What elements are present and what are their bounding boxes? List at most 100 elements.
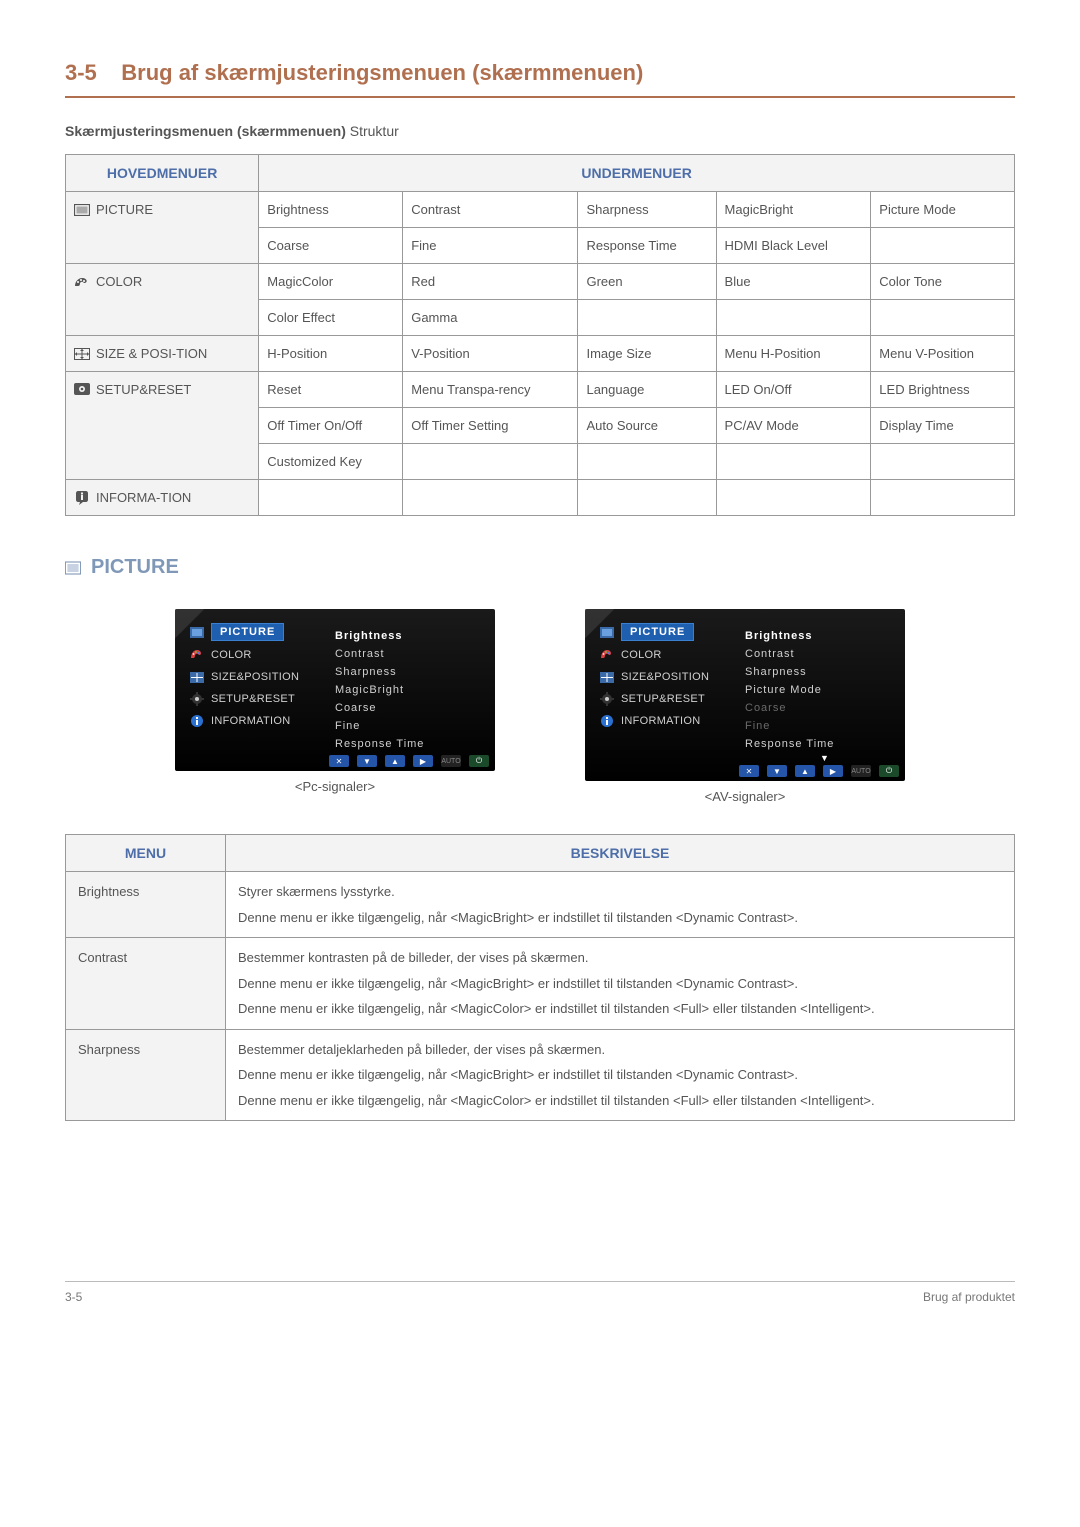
cell: Customized Key: [259, 444, 403, 480]
osd-item-info: INFORMATION: [599, 713, 735, 729]
cell: MagicBright: [716, 192, 871, 228]
desc-name: Brightness: [66, 872, 226, 938]
desc-line: Denne menu er ikke tilgængelig, når <Mag…: [238, 1091, 1002, 1111]
cell: [716, 444, 871, 480]
main-info: INFORMA-TION: [66, 480, 259, 516]
osd-right-item: Response Time: [335, 735, 495, 753]
osd-row: PICTURE COLOR SIZE&POSITION SETUP&RESET: [65, 609, 1015, 804]
osd-right-item: Brightness: [335, 627, 495, 645]
cell: [403, 444, 578, 480]
osd-right-item: Fine: [745, 717, 905, 735]
osd-label: SETUP&RESET: [621, 693, 705, 705]
picture-icon: [74, 203, 90, 217]
picture-icon: [65, 561, 81, 575]
osd-right-item: MagicBright: [335, 681, 495, 699]
main-info-label: INFORMA-TION: [96, 490, 191, 505]
osd-label: PICTURE: [211, 623, 284, 641]
osd-panel: PICTURE COLOR SIZE&POSITION SETUP&RESET: [585, 609, 905, 781]
osd-right-list-pc: Brightness Contrast Sharpness MagicBrigh…: [325, 623, 495, 753]
cell: [578, 480, 716, 516]
table-row: Sharpness Bestemmer detaljeklarheden på …: [66, 1029, 1015, 1121]
cell: [871, 444, 1015, 480]
osd-right-item: Coarse: [745, 699, 905, 717]
auto-label: AUTO: [441, 755, 461, 767]
osd-label: COLOR: [211, 649, 252, 661]
osd-right-item: Response Time: [745, 735, 905, 753]
table-row: Contrast Bestemmer kontrasten på de bill…: [66, 938, 1015, 1030]
cell: Image Size: [578, 336, 716, 372]
main-size-label: SIZE & POSI-TION: [96, 346, 207, 361]
size-icon: [599, 669, 615, 685]
osd-label: SIZE&POSITION: [211, 671, 299, 683]
cell: Off Timer On/Off: [259, 408, 403, 444]
section-title: 3-5 Brug af skærmjusteringsmenuen (skærm…: [65, 60, 1015, 98]
osd-item-picture: PICTURE: [189, 623, 325, 641]
osd-right-item: Fine: [335, 717, 495, 735]
osd-item-setup: SETUP&RESET: [189, 691, 325, 707]
picture-heading: PICTURE: [65, 556, 1015, 579]
osd-label: PICTURE: [621, 623, 694, 641]
power-icon: ⏻: [469, 755, 489, 767]
cell: [716, 300, 871, 336]
osd-label: SIZE&POSITION: [621, 671, 709, 683]
osd-label: INFORMATION: [621, 715, 700, 727]
cell: Blue: [716, 264, 871, 300]
osd-left-list: PICTURE COLOR SIZE&POSITION SETUP&RESET: [175, 623, 325, 753]
cell: Coarse: [259, 228, 403, 264]
main-size: SIZE & POSI-TION: [66, 336, 259, 372]
osd-item-info: INFORMATION: [189, 713, 325, 729]
cell: H-Position: [259, 336, 403, 372]
color-icon: [74, 275, 90, 289]
cell: MagicColor: [259, 264, 403, 300]
main-color: COLOR: [66, 264, 259, 336]
osd-right-item: Brightness: [745, 627, 905, 645]
page-footer: 3-5 Brug af produktet: [65, 1281, 1015, 1304]
color-icon: [599, 647, 615, 663]
subtitle-bold: Skærmjusteringsmenuen (skærmmenuen): [65, 123, 346, 139]
th-main: HOVEDMENUER: [66, 155, 259, 192]
desc-text: Bestemmer kontrasten på de billeder, der…: [226, 938, 1015, 1030]
osd-caption-av: <AV-signaler>: [585, 789, 905, 804]
cell: LED Brightness: [871, 372, 1015, 408]
cell: Menu V-Position: [871, 336, 1015, 372]
cell: Menu Transpa-rency: [403, 372, 578, 408]
osd-right-item: Picture Mode: [745, 681, 905, 699]
cell: Brightness: [259, 192, 403, 228]
section-number: 3-5: [65, 60, 97, 85]
cell: Color Effect: [259, 300, 403, 336]
main-setup: SETUP&RESET: [66, 372, 259, 480]
osd-label: INFORMATION: [211, 715, 290, 727]
cell: PC/AV Mode: [716, 408, 871, 444]
up-icon: ▲: [385, 755, 405, 767]
osd-item-color: COLOR: [599, 647, 735, 663]
description-table: MENU BESKRIVELSE Brightness Styrer skærm…: [65, 834, 1015, 1121]
desc-line: Denne menu er ikke tilgængelig, når <Mag…: [238, 974, 1002, 994]
desc-line: Bestemmer kontrasten på de billeder, der…: [238, 948, 1002, 968]
osd-right-item: Contrast: [745, 645, 905, 663]
cell: Display Time: [871, 408, 1015, 444]
main-picture-label: PICTURE: [96, 202, 153, 217]
cell: Menu H-Position: [716, 336, 871, 372]
desc-name: Sharpness: [66, 1029, 226, 1121]
gear-icon: [599, 691, 615, 707]
cell: Response Time: [578, 228, 716, 264]
cell: HDMI Black Level: [716, 228, 871, 264]
cell: Auto Source: [578, 408, 716, 444]
cell: [871, 480, 1015, 516]
osd-panel: PICTURE COLOR SIZE&POSITION SETUP&RESET: [175, 609, 495, 771]
osd-buttons: ✕ ▼ ▲ ▶ AUTO ⏻: [329, 755, 489, 767]
subtitle-rest: Struktur: [346, 123, 399, 139]
cell: Contrast: [403, 192, 578, 228]
cell: [403, 480, 578, 516]
size-icon: [189, 669, 205, 685]
cell: Color Tone: [871, 264, 1015, 300]
cell: [716, 480, 871, 516]
osd-buttons: ✕ ▼ ▲ ▶ AUTO ⏻: [739, 765, 899, 777]
desc-line: Styrer skærmens lysstyrke.: [238, 882, 1002, 902]
picture-heading-text: PICTURE: [91, 556, 179, 579]
osd-item-size: SIZE&POSITION: [599, 669, 735, 685]
info-icon: [189, 713, 205, 729]
osd-label: SETUP&RESET: [211, 693, 295, 705]
osd-right-list-av: Brightness Contrast Sharpness Picture Mo…: [735, 623, 905, 763]
main-color-label: COLOR: [96, 274, 142, 289]
